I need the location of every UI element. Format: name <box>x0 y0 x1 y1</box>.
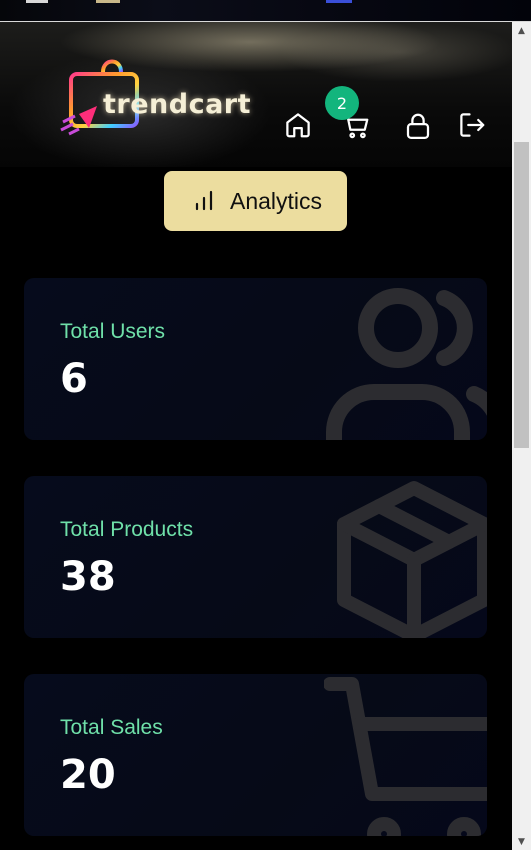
stat-label: Total Products <box>60 518 194 541</box>
brand-name[interactable]: trendcart <box>103 89 251 120</box>
navbar: trendcart 2 <box>0 22 512 167</box>
cart-count-badge: 2 <box>325 86 359 120</box>
stat-card-sales: Total Sales 20 <box>24 674 487 836</box>
stat-label: Total Users <box>60 320 166 343</box>
stat-value: 6 <box>60 356 88 402</box>
stat-label: Total Sales <box>60 716 163 739</box>
stat-card-users: Total Users 6 <box>24 278 487 440</box>
cart-icon <box>324 677 487 836</box>
package-icon <box>337 481 487 638</box>
logout-icon[interactable] <box>457 110 487 140</box>
lock-icon[interactable] <box>403 111 433 141</box>
page-viewport: trendcart 2 Analytics Total Users 6 Tota… <box>0 22 512 850</box>
analytics-button-label: Analytics <box>230 187 323 214</box>
browser-top-strip <box>0 0 531 22</box>
vertical-scrollbar[interactable]: ▲ ▼ <box>512 22 531 850</box>
home-icon[interactable] <box>283 110 313 140</box>
stat-card-products: Total Products 38 <box>24 476 487 638</box>
stat-value: 20 <box>60 752 116 798</box>
stat-value: 38 <box>60 554 116 600</box>
scroll-up-icon[interactable]: ▲ <box>512 22 531 39</box>
scrollbar-thumb[interactable] <box>514 142 529 448</box>
bar-chart-icon <box>195 190 213 211</box>
analytics-button[interactable]: Analytics <box>164 171 347 231</box>
users-icon <box>326 288 487 440</box>
scroll-down-icon[interactable]: ▼ <box>512 833 531 850</box>
